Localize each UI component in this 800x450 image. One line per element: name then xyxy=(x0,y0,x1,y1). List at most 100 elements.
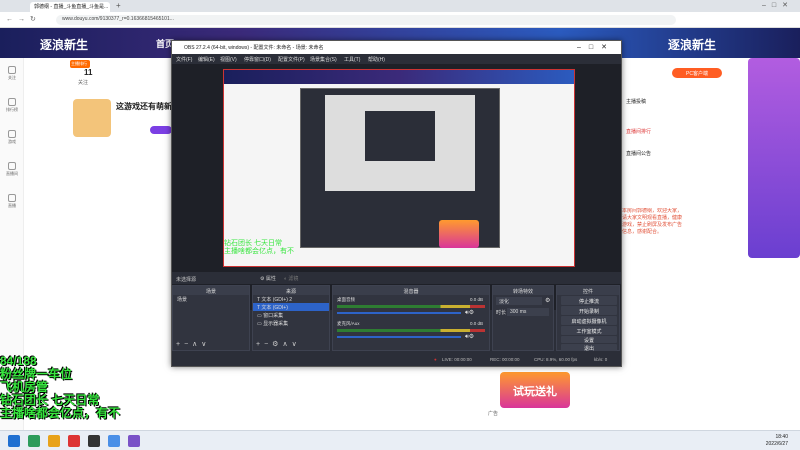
source-item-selected[interactable]: T 文本 (GDI+) xyxy=(253,303,329,311)
menu-file[interactable]: 文件(F) xyxy=(176,56,192,63)
studio-mode-button[interactable]: 工作室模式 xyxy=(561,326,617,335)
properties-button[interactable]: ⚙ 属性 xyxy=(260,275,276,282)
menu-edit[interactable]: 编辑(E) xyxy=(198,56,215,63)
rec-time: REC: 00:00:00 xyxy=(490,357,520,362)
ad-label: 广告 xyxy=(488,411,499,417)
obs-title-text: OBS 27.2.4 (64-bit, windows) - 配置文件: 未命名… xyxy=(184,45,324,51)
address-bar-row: ←→↻ www.douyu.com/9130377_r=0.1636681546… xyxy=(0,12,800,28)
sidebar-label: 直播 xyxy=(8,203,16,208)
exit-button[interactable]: 退出 xyxy=(561,344,617,352)
duration-input[interactable]: 300 ms xyxy=(507,308,549,316)
tv-icon xyxy=(8,162,16,170)
side-ad-banner[interactable] xyxy=(748,58,800,258)
source-label: 文本 (GDI+) 2 xyxy=(261,297,293,303)
live-dot-icon: ● xyxy=(434,357,437,362)
mixer-ch2-meter xyxy=(337,329,485,332)
mic-icon[interactable]: 🔊︎⚙ xyxy=(465,333,474,341)
volume-icon[interactable]: 🔊︎⚙ xyxy=(465,309,474,317)
obs-window: OBS 27.2.4 (64-bit, windows) - 配置文件: 未命名… xyxy=(171,40,622,367)
right-panel-line-1: 主播投稿 xyxy=(626,99,647,105)
windows-taskbar: 18:40 2022/6/27 xyxy=(0,430,800,450)
start-icon[interactable] xyxy=(8,435,20,447)
mixer-dock: 混音器 桌面音频 0.0 dB 🔊︎⚙ 麦克风/Aux 0.0 dB 🔊︎⚙ xyxy=(332,285,490,351)
gamepad-icon xyxy=(8,130,16,138)
rank-badge: 主播排行 xyxy=(70,60,90,68)
fan-badge xyxy=(150,126,172,134)
stream-overlay: 84/188 粉丝牌一车位 飞机房管 钻石团长 七天日常 主播啥都会亿点，有不 xyxy=(0,355,170,430)
cpu-fps: CPU: 8.9%, 60.00 fps xyxy=(534,357,578,362)
menu-tools[interactable]: 工具(T) xyxy=(344,56,360,63)
folder-icon[interactable] xyxy=(48,435,60,447)
streamer-avatar[interactable] xyxy=(73,99,111,137)
right-panel: PC客户端 主播投稿 直播间排行 直播间公告 本房间郭德纲，欢迎大家，请大家文明… xyxy=(620,58,745,430)
nested-promo xyxy=(439,220,479,248)
transition-select[interactable]: 淡化 xyxy=(496,297,542,305)
app-icon[interactable] xyxy=(28,435,40,447)
stop-streaming-button[interactable]: 停止推流 xyxy=(561,296,617,305)
clock-date: 2022/6/27 xyxy=(765,441,788,447)
preview-overlay-text: 钻石团长 七天日常 主播啥都会亿点，有不 xyxy=(224,240,294,256)
sidebar-label: 关注 xyxy=(8,75,16,80)
mixer-ch1-label: 桌面音频 xyxy=(337,297,355,302)
menu-docks[interactable]: 停靠窗口(D) xyxy=(244,56,271,63)
stream-title: 这游戏还有萌新 xyxy=(116,102,172,111)
sidebar-item-room[interactable]: 直播间 xyxy=(2,162,22,177)
scene-item[interactable]: 场景 xyxy=(173,295,249,303)
obs-window-controls[interactable]: –□✕ xyxy=(577,43,615,51)
mixer-ch1-meter xyxy=(337,305,485,308)
obs-statusbar: ● LIVE: 00:00:00 REC: 00:00:00 CPU: 8.9%… xyxy=(172,353,621,366)
browser-icon[interactable] xyxy=(108,435,120,447)
header-banner-right: 逐浪新生 xyxy=(668,38,717,52)
promo-banner[interactable]: 试玩送礼 xyxy=(500,372,570,408)
controls-dock-title: 控件 xyxy=(557,286,619,295)
menu-help[interactable]: 帮助(H) xyxy=(368,56,385,63)
right-panel-line-3: 直播间公告 xyxy=(626,151,652,157)
scene-controls[interactable]: +−∧∨ xyxy=(176,340,210,348)
sidebar-item-live[interactable]: 直播 xyxy=(2,194,22,209)
obs-taskbar-icon[interactable] xyxy=(88,435,100,447)
preview-canvas[interactable] xyxy=(223,69,575,267)
transition-gear-icon[interactable]: ⚙ xyxy=(545,297,550,304)
live-icon xyxy=(8,194,16,202)
virtual-camera-button[interactable]: 启动虚拟摄像机 xyxy=(561,316,617,325)
room-notice: 本房间郭德纲，欢迎大家，请大家文明观看直播，健康游戏，禁止刷屏及发布广告信息，感… xyxy=(622,208,682,235)
source-label: 窗口采集 xyxy=(263,313,284,319)
app-icon[interactable] xyxy=(68,435,80,447)
preview-overlay-line: 钻石团长 七天日常 xyxy=(224,240,282,247)
source-label: 文本 (GDI+) xyxy=(261,305,288,311)
no-source-label: 未选择源 xyxy=(176,277,197,283)
menu-profile[interactable]: 配置文件(P) xyxy=(278,56,305,63)
source-item[interactable]: T 文本 (GDI+) 2 xyxy=(253,295,329,303)
start-recording-button[interactable]: 开始录制 xyxy=(561,306,617,315)
window-controls[interactable]: –□✕ xyxy=(762,1,794,9)
sidebar-item-follow[interactable]: 关注 xyxy=(2,66,22,81)
source-item[interactable]: ▭ 显示器采集 xyxy=(253,319,329,327)
follow-label: 关注 xyxy=(78,80,89,86)
browser-tab-bar: 郭德纲 - 直播_斗鱼直播_斗鱼是... + –□✕ xyxy=(0,0,800,12)
sidebar-label: 排行榜 xyxy=(6,107,18,112)
sidebar-item-game[interactable]: 游戏 xyxy=(2,130,22,145)
scenes-dock-title: 场景 xyxy=(173,286,249,295)
mixer-ch1-db: 0.0 dB xyxy=(469,297,483,302)
nav-arrows-icon[interactable]: ←→↻ xyxy=(6,15,41,23)
system-clock[interactable]: 18:40 2022/6/27 xyxy=(766,434,788,448)
new-tab-icon[interactable]: + xyxy=(116,1,121,10)
menu-scene-collection[interactable]: 场景集合(S) xyxy=(310,56,337,63)
pc-client-button[interactable]: PC客户端 xyxy=(672,68,722,78)
transitions-dock: 转场特效 淡化 ⚙ 时长 300 ms xyxy=(492,285,554,351)
source-controls[interactable]: +−⚙∧∨ xyxy=(256,340,301,348)
rank-icon xyxy=(8,98,16,106)
browser-tab[interactable]: 郭德纲 - 直播_斗鱼直播_斗鱼是... xyxy=(30,2,110,12)
filters-button[interactable]: ◐ 滤镜 xyxy=(284,275,298,282)
sidebar-item-rank[interactable]: 排行榜 xyxy=(2,98,22,113)
menu-view[interactable]: 视图(V) xyxy=(220,56,237,63)
controls-dock: 控件 停止推流 开始录制 启动虚拟摄像机 工作室模式 设置 退出 xyxy=(556,285,620,352)
source-item[interactable]: ▭ 窗口采集 xyxy=(253,311,329,319)
mixer-ch1-slider[interactable] xyxy=(337,312,461,314)
mixer-ch2-slider[interactable] xyxy=(337,336,461,338)
duration-label: 时长 xyxy=(496,310,507,316)
settings-button[interactable]: 设置 xyxy=(561,336,617,344)
url-input[interactable]: www.douyu.com/9130377_r=0.16366815465101… xyxy=(56,15,676,25)
mixer-dock-title: 混音器 xyxy=(333,286,489,295)
app-icon[interactable] xyxy=(128,435,140,447)
